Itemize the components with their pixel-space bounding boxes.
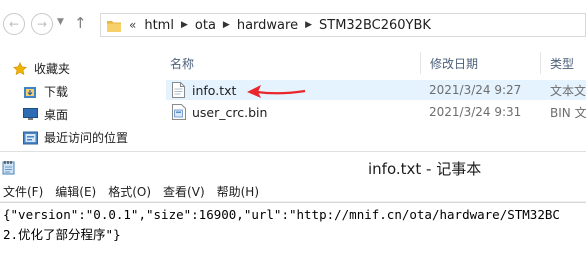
title-bar: info.txt - 记事本 xyxy=(0,151,586,182)
star-icon xyxy=(12,61,28,76)
sidebar-item-label: 收藏夹 xyxy=(34,62,71,76)
breadcrumb-item[interactable]: STM32BC260YBK xyxy=(319,18,431,33)
arrow-left-icon: ← xyxy=(8,17,20,31)
column-header-type[interactable]: 类型 xyxy=(550,52,574,74)
menu-format[interactable]: 格式(O) xyxy=(108,183,151,200)
file-type: 文本文 xyxy=(550,83,586,98)
arrow-right-icon: → xyxy=(36,17,48,31)
navigation-bar: ← → ▼ ↑ « html ▶ ota ▶ hardware ▶ STM32B xyxy=(0,0,586,48)
column-divider[interactable] xyxy=(420,52,421,74)
column-divider[interactable] xyxy=(540,52,541,74)
file-row-user-crc-bin[interactable]: user_crc.bin 2021/3/24 9:31 BIN 文 xyxy=(166,102,586,122)
sidebar-item-label: 最近访问的位置 xyxy=(44,131,129,145)
file-explorer-window: ← → ▼ ↑ « html ▶ ota ▶ hardware ▶ STM32B xyxy=(0,0,586,151)
text-file-icon xyxy=(172,82,185,101)
sidebar-item-desktop[interactable]: 桌面 xyxy=(22,106,68,123)
chevron-right-icon[interactable]: ▶ xyxy=(181,20,188,30)
arrow-up-icon: ↑ xyxy=(74,14,87,32)
sidebar-item-downloads[interactable]: 下载 xyxy=(22,83,68,100)
sidebar-item-label: 桌面 xyxy=(44,108,69,122)
forward-button[interactable]: → xyxy=(31,13,53,35)
column-header-name[interactable]: 名称 xyxy=(170,52,194,74)
breadcrumb-item[interactable]: ota xyxy=(195,18,216,33)
desktop-icon xyxy=(22,108,38,122)
breadcrumb-item[interactable]: hardware xyxy=(237,18,298,33)
text-editor-area[interactable]: {"version":"0.0.1","size":16900,"url":"h… xyxy=(0,202,586,267)
notepad-icon xyxy=(2,160,16,178)
file-name[interactable]: user_crc.bin xyxy=(192,105,267,120)
window-title: info.txt - 记事本 xyxy=(368,160,482,178)
menu-help[interactable]: 帮助(H) xyxy=(217,183,259,200)
recent-places-icon xyxy=(22,131,38,145)
file-row-info-txt[interactable]: info.txt 2021/3/24 9:27 文本文 xyxy=(166,80,586,100)
chevron-right-icon[interactable]: ▶ xyxy=(305,20,312,30)
sidebar-item-favorites[interactable]: 收藏夹 xyxy=(12,60,70,77)
file-name[interactable]: info.txt xyxy=(192,83,236,98)
file-modified-date: 2021/3/24 9:31 xyxy=(429,105,522,119)
chevron-right-icon[interactable]: ▶ xyxy=(223,20,230,30)
red-arrow-annotation xyxy=(247,85,306,98)
breadcrumb-item[interactable]: html xyxy=(144,18,174,33)
menu-bar: 文件(F) 编辑(E) 格式(O) 查看(V) 帮助(H) xyxy=(0,181,586,202)
column-header-modified[interactable]: 修改日期 xyxy=(430,52,478,74)
download-folder-icon xyxy=(22,85,38,99)
recent-locations-dropdown[interactable]: ▼ xyxy=(57,17,64,27)
navigation-pane: 收藏夹 下载 桌面 最近访问的位置 xyxy=(0,48,158,151)
file-list-pane: 名称 修改日期 类型 info.txt 2021/3/24 9:27 文本文 u… xyxy=(158,48,586,151)
folder-icon xyxy=(107,20,121,32)
sidebar-item-recent-places[interactable]: 最近访问的位置 xyxy=(22,129,128,146)
file-type: BIN 文 xyxy=(550,105,586,120)
menu-edit[interactable]: 编辑(E) xyxy=(55,183,96,200)
bin-file-icon xyxy=(172,104,186,123)
text-line: {"version":"0.0.1","size":16900,"url":"h… xyxy=(3,207,560,222)
chevron-down-icon: ▼ xyxy=(57,17,64,27)
file-modified-date: 2021/3/24 9:27 xyxy=(429,83,522,97)
up-button[interactable]: ↑ xyxy=(74,14,87,32)
breadcrumb-overflow[interactable]: « xyxy=(129,18,136,32)
back-button[interactable]: ← xyxy=(3,13,25,35)
sidebar-item-label: 下载 xyxy=(44,85,69,99)
menu-file[interactable]: 文件(F) xyxy=(3,183,43,200)
menu-view[interactable]: 查看(V) xyxy=(163,183,205,200)
text-line: 2.优化了部分程序"} xyxy=(3,227,121,242)
address-bar[interactable]: « html ▶ ota ▶ hardware ▶ STM32BC260YBK xyxy=(100,13,586,37)
notepad-window: info.txt - 记事本 文件(F) 编辑(E) 格式(O) 查看(V) 帮… xyxy=(0,151,586,266)
